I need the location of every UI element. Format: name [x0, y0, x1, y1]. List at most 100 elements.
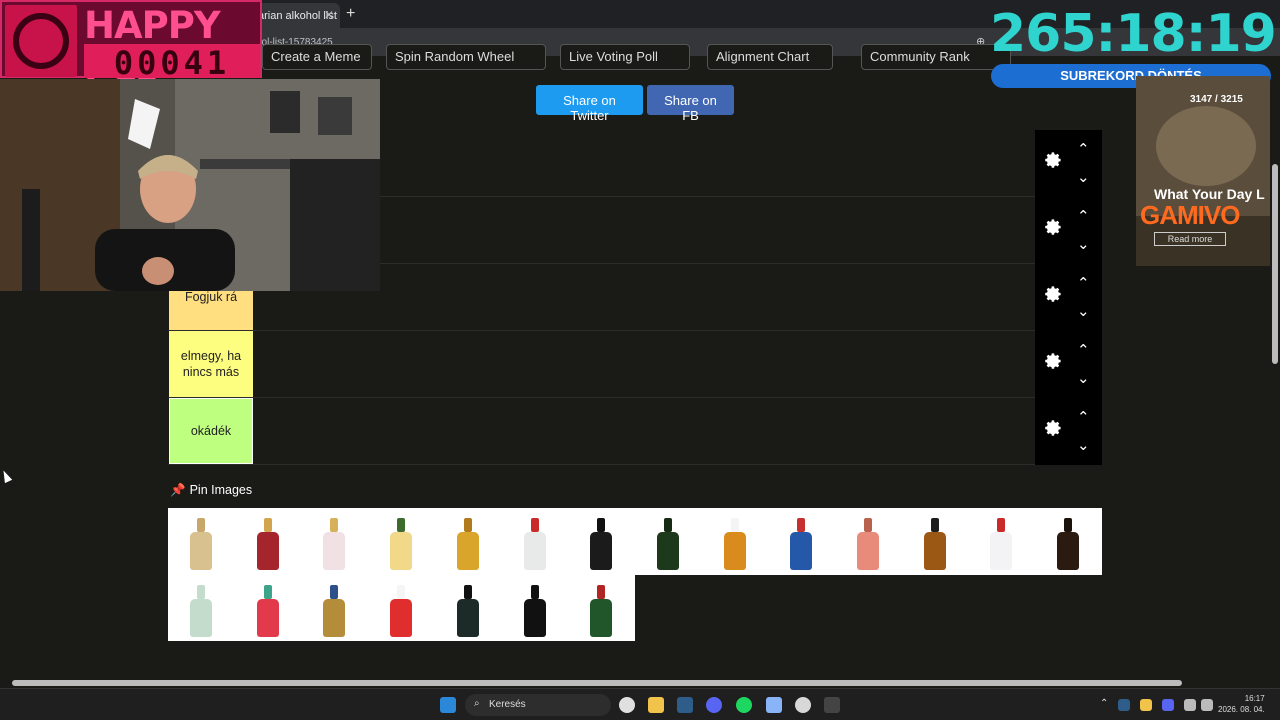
share-fb-button[interactable]: Share on FB: [647, 85, 734, 123]
bottle-image: [723, 518, 746, 570]
folder-icon[interactable]: [648, 697, 664, 713]
taskbar-search[interactable]: ⌕ Keresés: [465, 694, 611, 716]
chevron-up-icon[interactable]: ⌃: [1077, 274, 1090, 292]
chevron-down-icon[interactable]: ⌄: [1077, 436, 1090, 454]
scrollbar-thumb[interactable]: [1272, 164, 1278, 364]
ad-brand: GAMIVO: [1140, 200, 1240, 230]
tray-discord-icon[interactable]: [1162, 699, 1174, 711]
close-icon[interactable]: ✕: [324, 8, 334, 22]
bottle-image: [456, 518, 479, 570]
chevron-up-icon[interactable]: ⌃: [1077, 207, 1090, 225]
tier-controls: ⌃ ⌄: [1035, 398, 1102, 465]
voting-poll-button[interactable]: Live Voting Poll: [560, 44, 690, 70]
pool-image[interactable]: [301, 575, 367, 641]
vertical-scrollbar[interactable]: [1270, 56, 1280, 676]
chevron-down-icon[interactable]: ⌄: [1077, 302, 1090, 320]
image-pool-row: [168, 575, 635, 641]
chrome-icon[interactable]: [619, 697, 635, 713]
pool-image[interactable]: [635, 508, 701, 574]
bottle-neck: [330, 518, 339, 532]
pool-image[interactable]: [168, 508, 234, 574]
pool-image[interactable]: [835, 508, 901, 574]
bottle-neck: [597, 518, 606, 532]
pool-image[interactable]: [968, 508, 1034, 574]
pool-image[interactable]: [568, 508, 634, 574]
bottle-image: [523, 585, 546, 637]
pool-image[interactable]: [368, 508, 434, 574]
spin-wheel-button[interactable]: Spin Random Wheel: [386, 44, 546, 70]
browser-tab[interactable]: arian alkohol list ✕: [252, 3, 340, 28]
pool-image[interactable]: [301, 508, 367, 574]
discord-icon[interactable]: [706, 697, 722, 713]
tier-controls: ⌃ ⌄: [1035, 264, 1102, 331]
chevron-up-icon[interactable]: ⌃: [1077, 140, 1090, 158]
gear-icon[interactable]: [1041, 216, 1063, 238]
channel-logo: [5, 5, 77, 77]
bottle-image: [323, 585, 346, 637]
pool-image[interactable]: [768, 508, 834, 574]
create-meme-button[interactable]: Create a Meme: [262, 44, 372, 70]
chevron-down-icon[interactable]: ⌄: [1077, 235, 1090, 253]
pool-image[interactable]: [702, 508, 768, 574]
pool-image[interactable]: [435, 508, 501, 574]
pool-image[interactable]: [502, 508, 568, 574]
chevron-up-icon[interactable]: ⌃: [1077, 408, 1090, 426]
scrollbar-thumb[interactable]: [12, 680, 1182, 686]
tier-label[interactable]: elmegy, ha nincs más: [169, 331, 253, 397]
pool-image[interactable]: [568, 575, 634, 641]
bottle-image: [323, 518, 346, 570]
gear-icon[interactable]: [1041, 417, 1063, 439]
bottle-image: [256, 585, 279, 637]
gear-icon[interactable]: [1041, 149, 1063, 171]
bottle-neck: [197, 585, 205, 599]
pool-image[interactable]: [502, 575, 568, 641]
pool-image[interactable]: [168, 575, 234, 641]
new-tab-button[interactable]: +: [346, 5, 355, 23]
pool-image[interactable]: [435, 575, 501, 641]
alignment-chart-button[interactable]: Alignment Chart: [707, 44, 833, 70]
sub-count: 3147 / 3215: [1190, 94, 1243, 105]
bottle-image: [590, 585, 613, 637]
chevron-up-icon[interactable]: ⌃: [1077, 341, 1090, 359]
steam-icon[interactable]: [677, 697, 693, 713]
bottle-neck: [530, 518, 539, 532]
ring-icon: [13, 13, 69, 69]
bottle-neck: [730, 518, 739, 532]
gamebar-icon[interactable]: [824, 697, 840, 713]
tray-steam-icon[interactable]: [1118, 699, 1130, 711]
bottle-neck: [797, 518, 806, 532]
ad-read-more-button[interactable]: Read more: [1154, 232, 1226, 246]
volume-icon[interactable]: [1201, 699, 1213, 711]
start-icon[interactable]: [440, 697, 456, 713]
chevron-down-icon[interactable]: ⌄: [1077, 369, 1090, 387]
tier-row[interactable]: elmegy, ha nincs más ⌃ ⌄: [168, 331, 1102, 398]
bottle-neck: [997, 518, 1006, 532]
share-twitter-button[interactable]: Share on Twitter: [536, 85, 643, 123]
steelseries-icon[interactable]: [795, 697, 811, 713]
pool-image[interactable]: [368, 575, 434, 641]
gear-icon[interactable]: [1041, 283, 1063, 305]
tier-controls: ⌃ ⌄: [1035, 331, 1102, 398]
pool-image[interactable]: [902, 508, 968, 574]
notepad-icon[interactable]: [766, 697, 782, 713]
tier-label[interactable]: okádék: [169, 398, 253, 464]
chevron-down-icon[interactable]: ⌄: [1077, 168, 1090, 186]
tier-controls: ⌃ ⌄: [1035, 130, 1102, 197]
pool-image[interactable]: [235, 508, 301, 574]
community-rank-button[interactable]: Community Rank: [861, 44, 1011, 70]
pool-image[interactable]: [235, 575, 301, 641]
horizontal-scrollbar[interactable]: [0, 678, 1280, 688]
bottle-neck: [463, 518, 472, 532]
bottle-image: [990, 518, 1013, 570]
tray-folder-icon[interactable]: [1140, 699, 1152, 711]
chevron-up-icon[interactable]: ⌃: [1100, 698, 1108, 709]
bottle-neck: [530, 585, 539, 599]
spotify-icon[interactable]: [736, 697, 752, 713]
pin-images-label[interactable]: 📌 Pin Images: [170, 483, 252, 498]
tier-controls: ⌃ ⌄: [1035, 197, 1102, 264]
network-icon[interactable]: [1184, 699, 1196, 711]
pool-image[interactable]: [1035, 508, 1101, 574]
tier-row[interactable]: okádék ⌃ ⌄: [168, 398, 1102, 465]
taskbar-clock[interactable]: 16:17 2026. 08. 04.: [1218, 693, 1265, 715]
gear-icon[interactable]: [1041, 350, 1063, 372]
